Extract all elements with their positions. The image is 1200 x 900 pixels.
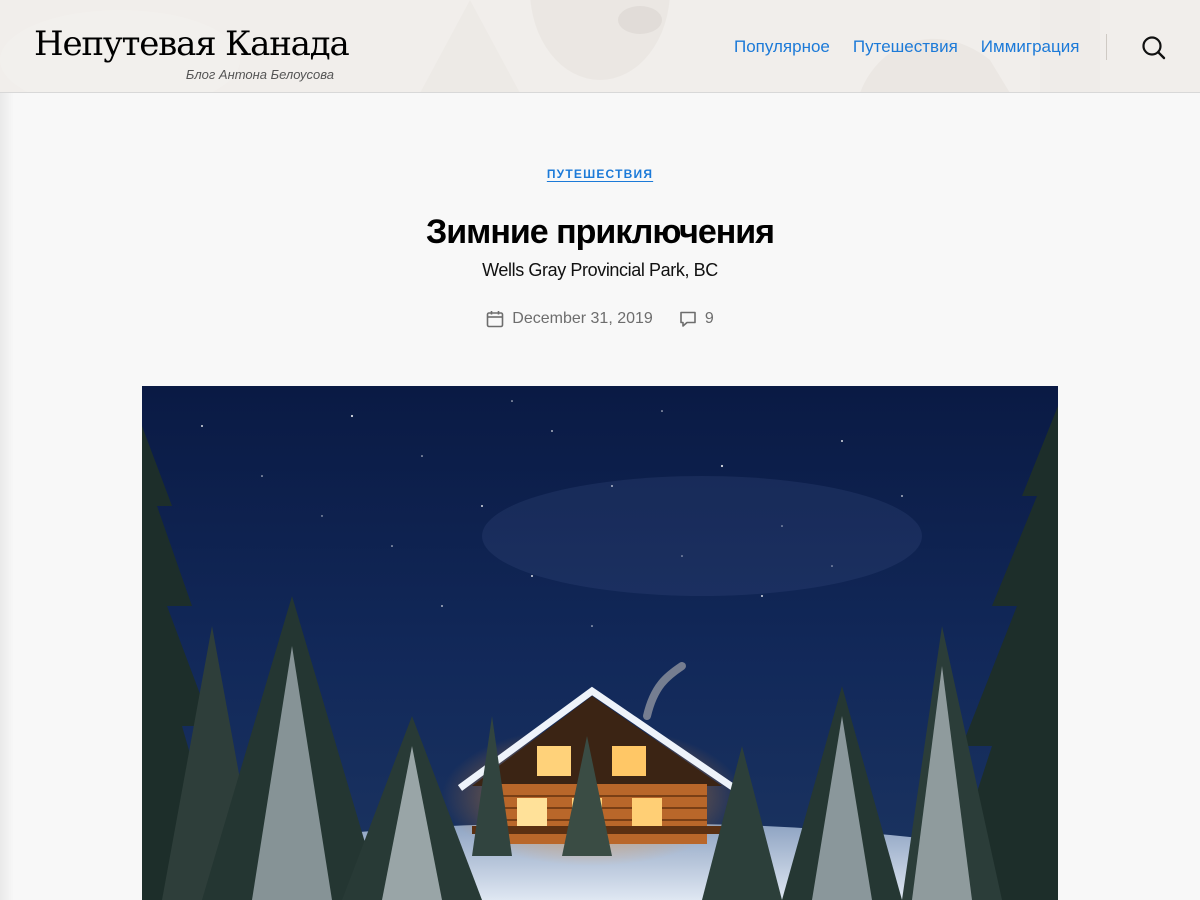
primary-nav: Популярное Путешествия Иммиграция [734,36,1079,58]
comment-icon [680,311,696,327]
nav-separator [1106,34,1107,60]
entry-meta: December 31, 2019 9 [0,310,1200,328]
category-link[interactable]: ПУТЕШЕСТВИЯ [547,167,653,181]
nav-item-travel[interactable]: Путешествия [853,36,958,58]
search-icon [1142,36,1166,60]
site-tagline: Блог Антона Белоусова [185,67,334,82]
nav-item-immigration[interactable]: Иммиграция [981,36,1080,58]
post-comments[interactable]: 9 [679,310,714,328]
post-date[interactable]: December 31, 2019 [486,310,653,328]
search-button[interactable] [1140,34,1168,62]
site-branding: Непутевая Канада Блог Антона Белоусова [34,22,350,82]
site-title[interactable]: Непутевая Канада [34,22,350,66]
post-date-text: December 31, 2019 [512,310,653,327]
nav-item-popular[interactable]: Популярное [734,36,830,58]
post-comments-count: 9 [704,310,714,327]
featured-image [142,386,1058,900]
site-header: Непутевая Канада Блог Антона Белоусова П… [0,0,1200,93]
entry-categories: ПУТЕШЕСТВИЯ [0,165,1200,183]
calendar-icon [486,311,504,328]
winter-cabin-illustration [142,386,1058,900]
entry-title: Зимние приключения [425,213,775,251]
entry-subtitle: Wells Gray Provincial Park, BC [482,260,718,280]
